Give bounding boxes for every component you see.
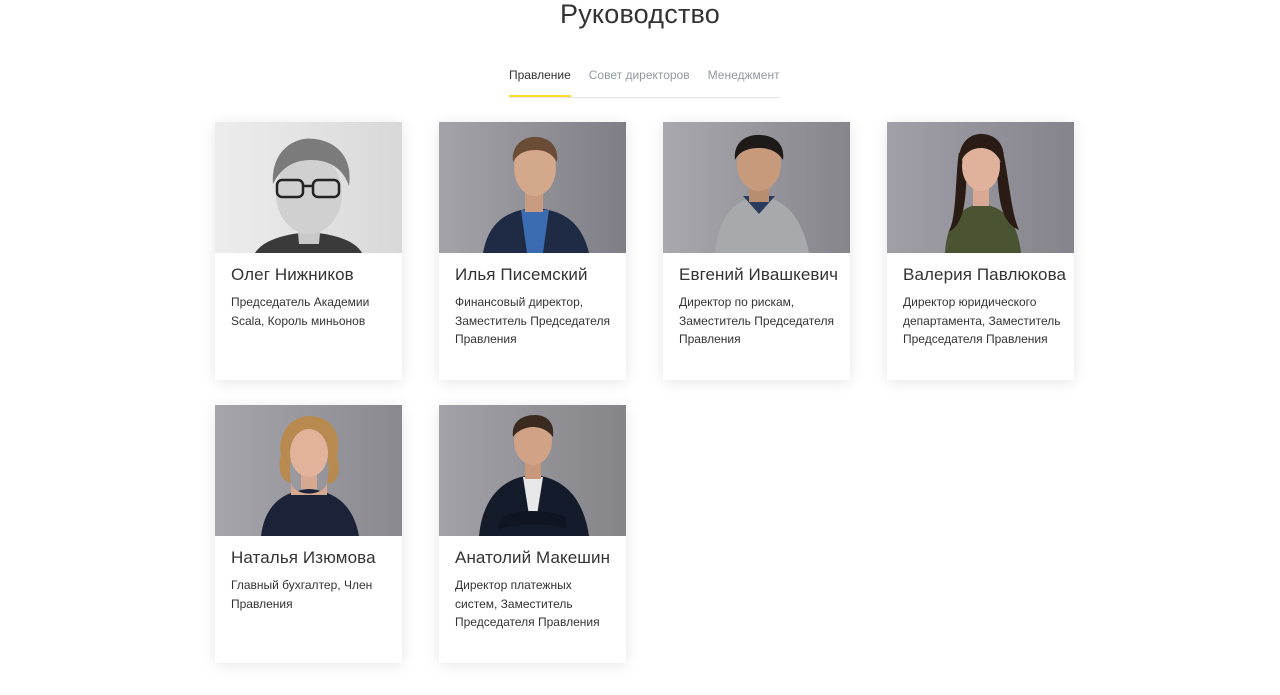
person-card[interactable]: Валерия Павлюкова Директор юридического … [887,122,1074,380]
person-photo [887,122,1074,253]
person-photo [215,122,402,253]
person-role: Председатель Академии Scala, Король минь… [231,295,370,328]
person-photo [439,405,626,536]
person-photo [215,405,402,536]
person-role: Главный бухгалтер, Член Правления [231,578,373,611]
person-card[interactable]: Илья Писемский Финансовый директор, Заме… [439,122,626,380]
person-card[interactable]: Наталья Изюмова Главный бухгалтер, Член … [215,405,402,663]
tab-management[interactable]: Менеджмент [708,60,780,97]
page-title: Руководство [560,0,720,29]
person-role: Директор юридического департамента, Заме… [903,295,1061,346]
person-card[interactable]: Анатолий Макешин Директор платежных сист… [439,405,626,663]
person-photo [663,122,850,253]
person-name: Анатолий Макешин [455,548,611,567]
person-role: Директор платежных систем, Заместитель П… [455,578,600,629]
person-name: Олег Нижников [231,265,354,284]
person-photo [439,122,626,253]
person-name: Наталья Изюмова [231,548,376,567]
tabs-bar: Правление Совет директоров Менеджмент [509,60,780,98]
person-role: Директор по рискам, Заместитель Председа… [679,295,834,346]
tab-board-of-directors[interactable]: Совет директоров [589,60,690,97]
person-card[interactable]: Евгений Ивашкевич Директор по рискам, За… [663,122,850,380]
person-role: Финансовый директор, Заместитель Председ… [455,295,610,346]
person-card[interactable]: Олег Нижников Председатель Академии Scal… [215,122,402,380]
person-name: Евгений Ивашкевич [679,265,839,284]
tab-board[interactable]: Правление [509,60,571,97]
person-name: Илья Писемский [455,265,588,284]
leadership-page: Руководство Правление Совет директоров М… [0,0,1280,695]
person-name: Валерия Павлюкова [903,265,1067,284]
